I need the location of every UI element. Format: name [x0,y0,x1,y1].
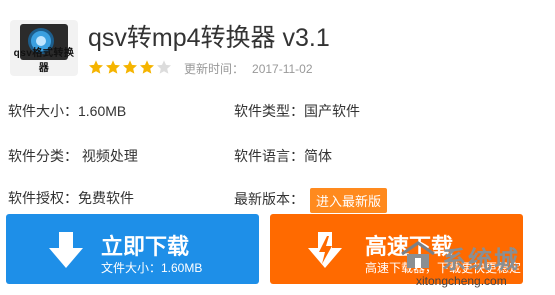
latest-label: 最新版本： [234,191,304,208]
app-icon: qsv格式转换器 [10,20,78,76]
info-type: 软件类型：国产软件 [234,103,360,119]
star-icon [88,59,104,75]
watermark-url: xitongcheng.com [416,274,507,288]
star-empty-icon [156,59,172,75]
download-label: 立即下载 [101,234,190,259]
info-latest: 最新版本： 进入最新版 [234,188,388,213]
info-language: 软件语言：简体 [234,148,332,164]
watermark: 系统城 xitongcheng.com [396,238,554,294]
app-icon-brand: qsv格式转换器 [13,48,75,74]
fast-download-icon [308,232,342,268]
info-category: 软件分类： 视频处理 [8,148,138,164]
star-icon [105,59,121,75]
download-arrow-icon [49,232,83,268]
update-time: 更新时间： 2017-11-02 [184,60,313,77]
info-size: 软件大小：1.60MB [8,103,127,119]
app-title: qsv转mp4转换器 v3.1 [88,24,330,52]
rating [88,58,173,76]
update-label: 更新时间： [184,62,245,76]
star-icon [122,59,138,75]
star-icon [139,59,155,75]
download-button[interactable]: 立即下载 文件大小：1.60MB [6,214,259,284]
download-size: 文件大小：1.60MB [101,261,203,275]
info-license: 软件授权：免费软件 [8,190,134,206]
update-date: 2017-11-02 [252,62,313,76]
watermark-text: 系统城 [442,247,520,274]
latest-version-button[interactable]: 进入最新版 [310,188,388,213]
watermark-logo-icon [401,241,435,268]
